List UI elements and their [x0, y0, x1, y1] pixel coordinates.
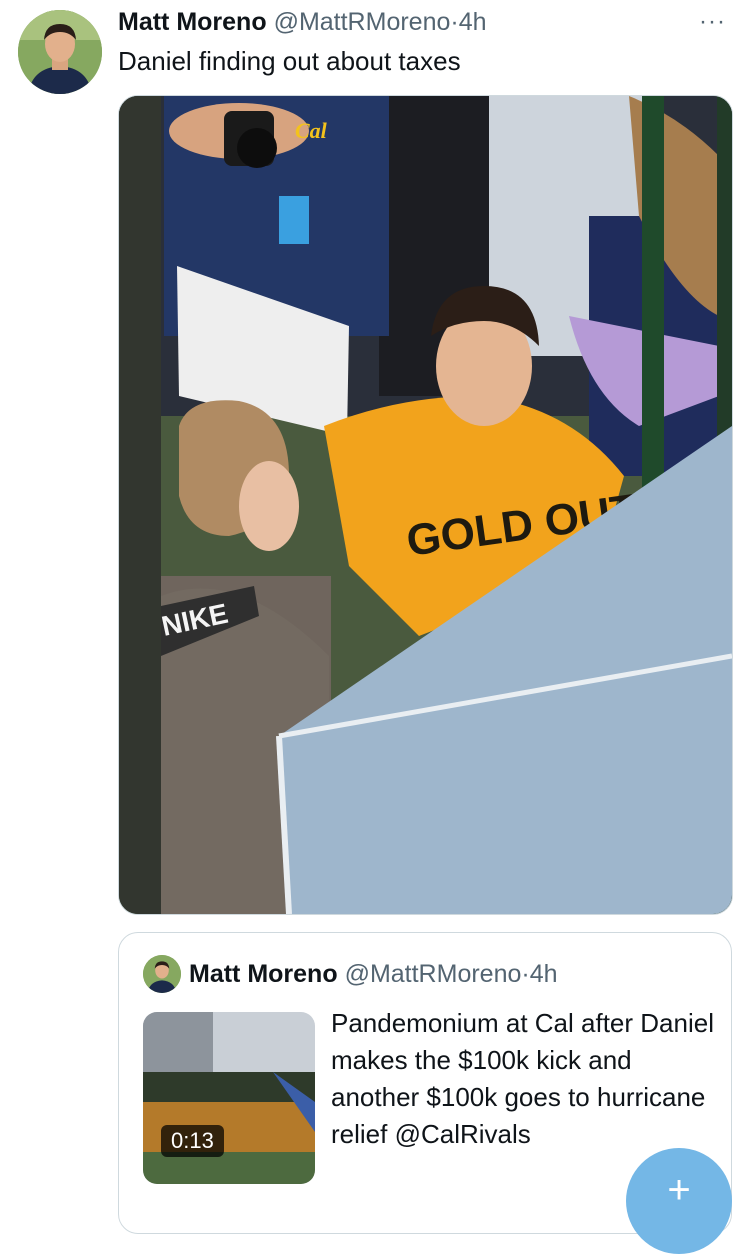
- author-name[interactable]: Matt Moreno: [118, 8, 267, 36]
- quoted-tweet-text: Pandemonium at Cal after Daniel makes th…: [331, 1008, 714, 1149]
- author-avatar[interactable]: [18, 10, 102, 94]
- quoted-author-avatar[interactable]: [143, 955, 181, 993]
- cal-logo-lettering: Cal: [295, 118, 328, 143]
- tweet-photo[interactable]: Cal NIKE GOLD OUT: [118, 95, 733, 915]
- photo-illustration: Cal NIKE GOLD OUT: [119, 96, 732, 914]
- quoted-separator-dot: ·: [521, 960, 530, 988]
- quoted-video-thumbnail[interactable]: 0:13: [143, 1012, 315, 1184]
- quoted-tweet-header: Matt Moreno @MattRMoreno·4h: [189, 957, 558, 991]
- compose-button[interactable]: +: [626, 1148, 732, 1254]
- separator-dot: ·: [450, 8, 459, 36]
- tweet-time[interactable]: 4h: [459, 8, 487, 36]
- video-duration: 0:13: [161, 1125, 224, 1157]
- quoted-tweet-time[interactable]: 4h: [530, 960, 558, 988]
- tweet-header: Matt Moreno @MattRMoreno·4h: [118, 6, 487, 38]
- plus-icon: +: [667, 1168, 691, 1212]
- video-thumbnail-illustration: [143, 1012, 315, 1184]
- tweet-text: Daniel finding out about taxes: [118, 46, 461, 76]
- quoted-author-name[interactable]: Matt Moreno: [189, 960, 338, 988]
- quoted-avatar-portrait: [143, 955, 181, 993]
- quoted-author-handle[interactable]: @MattRMoreno: [345, 960, 522, 988]
- author-handle[interactable]: @MattRMoreno: [274, 8, 451, 36]
- avatar-portrait: [18, 10, 102, 94]
- more-icon[interactable]: ···: [699, 8, 726, 36]
